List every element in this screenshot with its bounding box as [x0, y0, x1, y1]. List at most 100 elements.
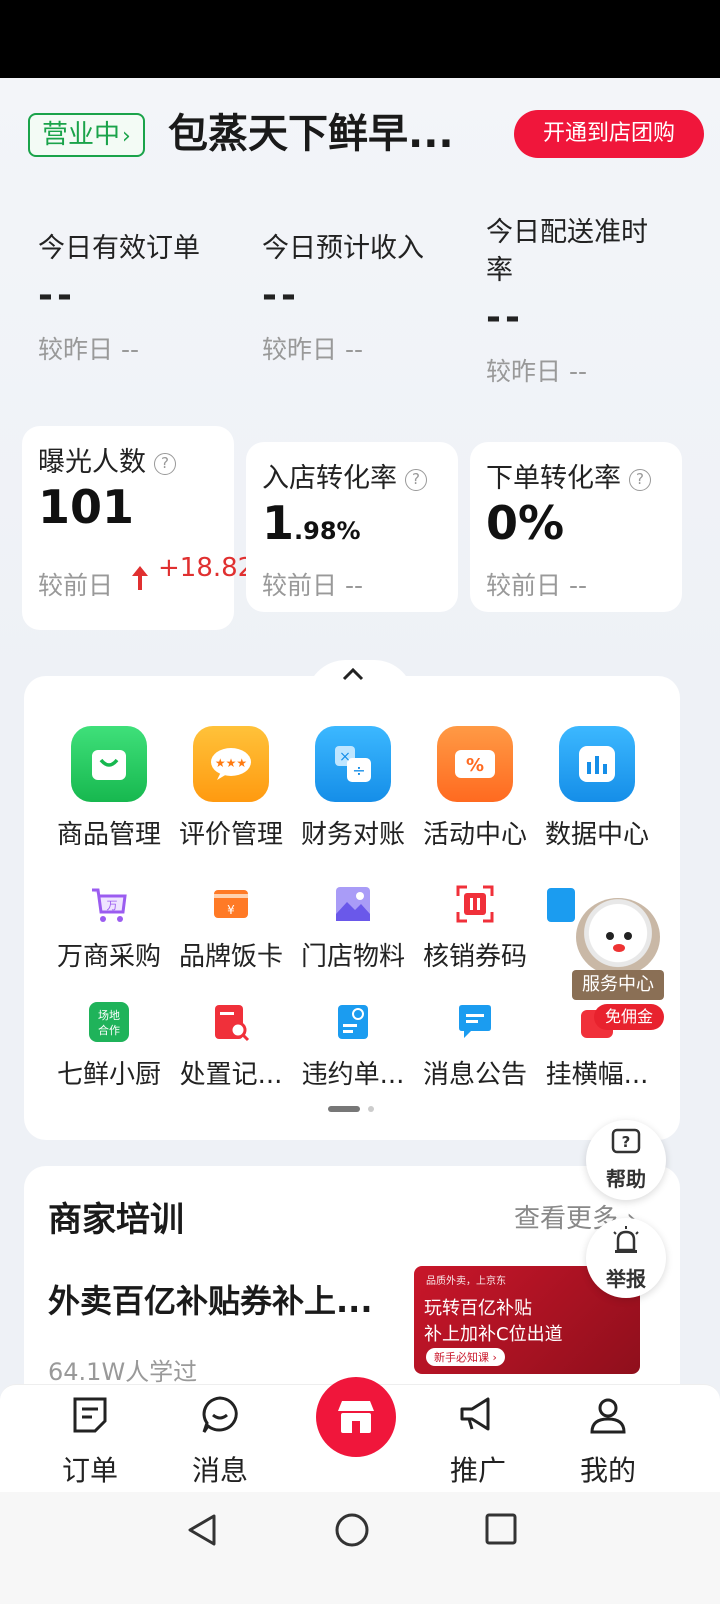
tool-disposal-records[interactable]: 处置记... [170, 1002, 292, 1091]
metric-compare: 较昨日 -- [262, 335, 363, 364]
coupon-percent-icon: % [437, 726, 513, 802]
cart-icon: 万 [89, 884, 129, 924]
card-value: 101 [38, 480, 135, 534]
course-learners: 64.1W人学过 [48, 1358, 198, 1386]
alarm-icon [586, 1226, 666, 1263]
scan-code-icon [455, 884, 495, 924]
tools-pager[interactable] [328, 1106, 378, 1114]
merchant-training-section: 商家培训 查看更多 › 外卖百亿补贴券补上... 64.1W人学过 品质外卖，上… [24, 1166, 680, 1396]
business-status-label: 营业中 [42, 120, 121, 150]
tool-label: 违约单... [301, 1060, 405, 1090]
business-status-chip[interactable]: 营业中› [28, 113, 145, 157]
store-header: 营业中› 包蒸天下鲜早... 开通到店团购 [28, 108, 704, 160]
tab-promotion[interactable]: 推广 [428, 1393, 528, 1489]
tool-data-center[interactable]: 数据中心 [536, 726, 658, 851]
message-icon [455, 1002, 495, 1042]
tab-label: 消息 [191, 1454, 248, 1487]
tool-store-materials[interactable]: 门店物料 [292, 884, 414, 973]
metric-value: -- [486, 297, 524, 338]
tab-label: 推广 [449, 1454, 506, 1487]
recents-icon[interactable] [484, 1512, 518, 1550]
card-value-dec: .98% [294, 517, 361, 545]
tool-label: 万商采购 [56, 942, 161, 972]
svg-text:万: 万 [107, 899, 118, 912]
metric-ontime-rate[interactable]: 今日配送准时率 -- 较昨日 -- [486, 214, 666, 392]
question-icon[interactable]: ? [629, 468, 651, 491]
open-groupbuy-button[interactable]: 开通到店团购 [514, 110, 704, 158]
banner-subheadline: 补上加补C位出道 [424, 1324, 563, 1345]
metric-estimated-income[interactable]: 今日预计收入 -- 较昨日 -- [262, 230, 472, 370]
tool-wanshang-purchase[interactable]: 万 万商采购 [48, 884, 170, 973]
tool-label: 挂横幅... [545, 1060, 649, 1090]
tool-finance-reconciliation[interactable]: × ÷ 财务对账 [292, 726, 414, 851]
metric-value: -- [262, 275, 300, 316]
review-bubble-icon: ★★★ [193, 726, 269, 802]
tab-messages[interactable]: 消息 [170, 1393, 270, 1489]
tool-verify-coupon[interactable]: 核销券码 [414, 884, 536, 973]
tool-label: 评价管理 [178, 820, 283, 850]
tool-label: 消息公告 [422, 1060, 527, 1090]
banner-headline: 玩转百亿补贴 [424, 1298, 532, 1319]
course-title[interactable]: 外卖百亿补贴券补上... [48, 1276, 388, 1322]
question-box-icon: ? [586, 1128, 666, 1163]
card-change: +18.82% [158, 553, 279, 583]
card-label: 下单转化率? [486, 456, 651, 495]
tool-activity-center[interactable]: % 活动中心 [414, 726, 536, 851]
system-navigation-bar [0, 1492, 720, 1604]
card-value: 0% [486, 496, 565, 550]
tool-seven-fresh-kitchen[interactable]: 场地 合作 七鲜小厨 [48, 1002, 170, 1091]
svg-text:合作: 合作 [98, 1023, 120, 1037]
card-entry-conversion[interactable]: 入店转化率? 1.98% 较前日 -- [246, 442, 458, 612]
service-center-float[interactable]: 服务中心 免佣金 [572, 898, 664, 1038]
tool-label: 品牌饭卡 [178, 942, 283, 972]
svg-text:÷: ÷ [352, 761, 365, 780]
tool-label: 数据中心 [544, 820, 649, 850]
home-icon[interactable] [334, 1512, 370, 1552]
metric-valid-orders[interactable]: 今日有效订单 -- 较昨日 -- [38, 230, 248, 370]
tool-message-announcement[interactable]: 消息公告 [414, 1002, 536, 1091]
svg-text:场地: 场地 [98, 1008, 120, 1022]
tool-breach-orders[interactable]: 违约单... [292, 1002, 414, 1091]
chevron-up-icon[interactable] [340, 664, 366, 690]
commission-free-badge: 免佣金 [594, 1004, 664, 1030]
card-compare: 较前日 -- [486, 571, 587, 600]
venue-partner-icon: 场地 合作 [89, 1002, 129, 1042]
record-search-icon [211, 1002, 251, 1042]
card-compare: 较前日 [38, 571, 114, 600]
service-center-label: 服务中心 [572, 970, 664, 1000]
tool-label: 商品管理 [56, 820, 161, 850]
chevron-right-icon: › [122, 124, 131, 149]
report-button[interactable]: 举报 [586, 1218, 666, 1298]
metric-value: -- [38, 275, 76, 316]
question-icon[interactable]: ? [154, 452, 176, 475]
image-icon [333, 884, 373, 924]
card-label-text: 下单转化率 [486, 463, 621, 494]
tab-mine[interactable]: 我的 [558, 1393, 658, 1489]
arrow-up-icon [130, 564, 150, 599]
tool-label: 处置记... [179, 1060, 283, 1090]
store-name[interactable]: 包蒸天下鲜早... [168, 108, 498, 160]
tool-product-management[interactable]: 商品管理 [48, 726, 170, 851]
tool-label: 七鲜小厨 [56, 1060, 161, 1090]
tab-store[interactable] [316, 1377, 396, 1457]
metric-compare: 较昨日 -- [38, 335, 139, 364]
training-title: 商家培训 [48, 1200, 184, 1240]
back-icon[interactable] [186, 1512, 218, 1552]
card-exposure[interactable]: 曝光人数? 101 较前日 +18.82% [22, 426, 279, 630]
card-value-int: 1 [262, 496, 295, 550]
status-bar [0, 0, 720, 78]
card-label-text: 入店转化率 [262, 463, 397, 494]
bar-chart-icon [559, 726, 635, 802]
card-order-conversion[interactable]: 下单转化率? 0% 较前日 -- [470, 442, 682, 612]
help-button[interactable]: ? 帮助 [586, 1120, 666, 1200]
pager-dot-active [328, 1106, 360, 1112]
question-icon[interactable]: ? [405, 468, 427, 491]
card-value: 1.98% [262, 496, 361, 550]
tool-review-management[interactable]: ★★★ 评价管理 [170, 726, 292, 851]
tool-brand-meal-card[interactable]: ¥ 品牌饭卡 [170, 884, 292, 973]
banner-tag: 新手必知课 › [426, 1348, 505, 1366]
tab-orders[interactable]: 订单 [40, 1393, 140, 1489]
mascot-avatar [576, 898, 660, 976]
help-label: 帮助 [606, 1167, 646, 1191]
card-label-text: 曝光人数 [38, 447, 146, 478]
